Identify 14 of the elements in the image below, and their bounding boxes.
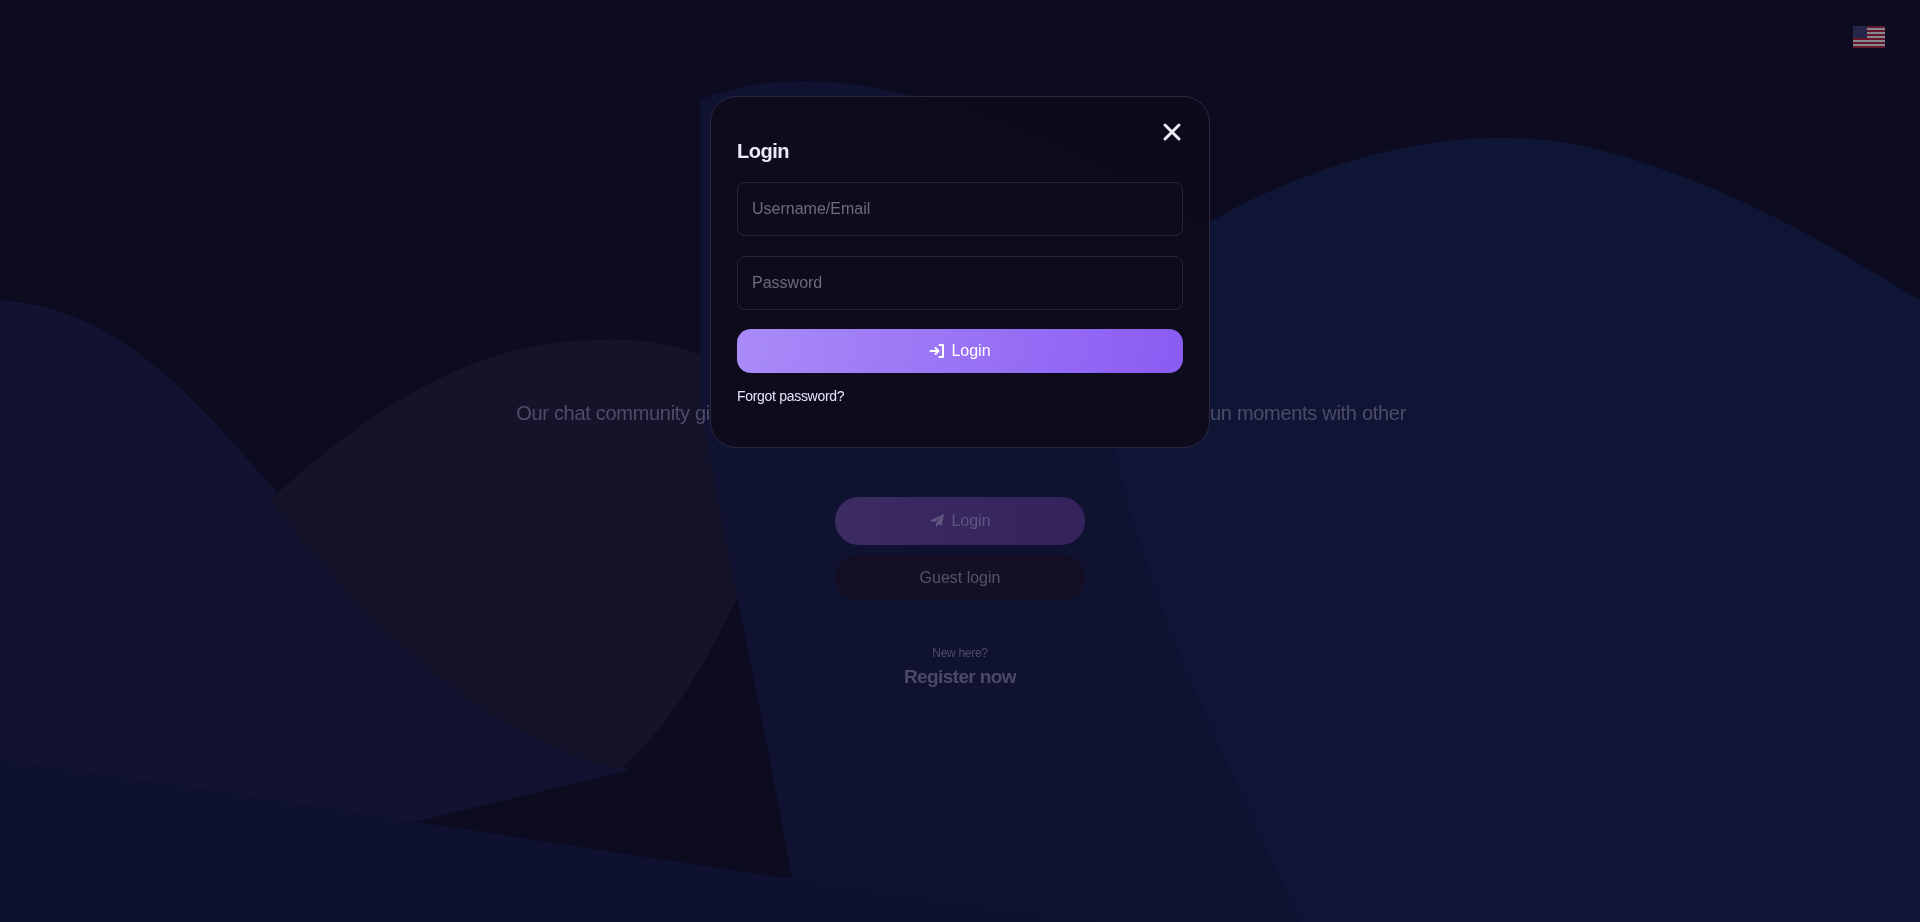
- dialog-title: Login: [737, 139, 790, 163]
- sign-in-icon: [929, 343, 946, 359]
- language-button[interactable]: [1853, 26, 1885, 51]
- password-field[interactable]: Password: [737, 256, 1183, 310]
- username-field[interactable]: Username/Email: [737, 182, 1183, 236]
- login-button[interactable]: Login: [737, 329, 1183, 373]
- paper-plane-icon: [929, 513, 946, 529]
- tagline-text: un moments with other: [1210, 401, 1405, 425]
- prompt-text: New here?: [932, 646, 988, 660]
- flag-icon: [1853, 26, 1885, 48]
- tagline-text: Our chat community gi: [515, 401, 710, 425]
- guest-login-button[interactable]: Guest login: [835, 555, 1085, 600]
- register-link[interactable]: Register now: [903, 666, 1017, 688]
- forgot-password-link[interactable]: Forgot password?: [737, 388, 845, 404]
